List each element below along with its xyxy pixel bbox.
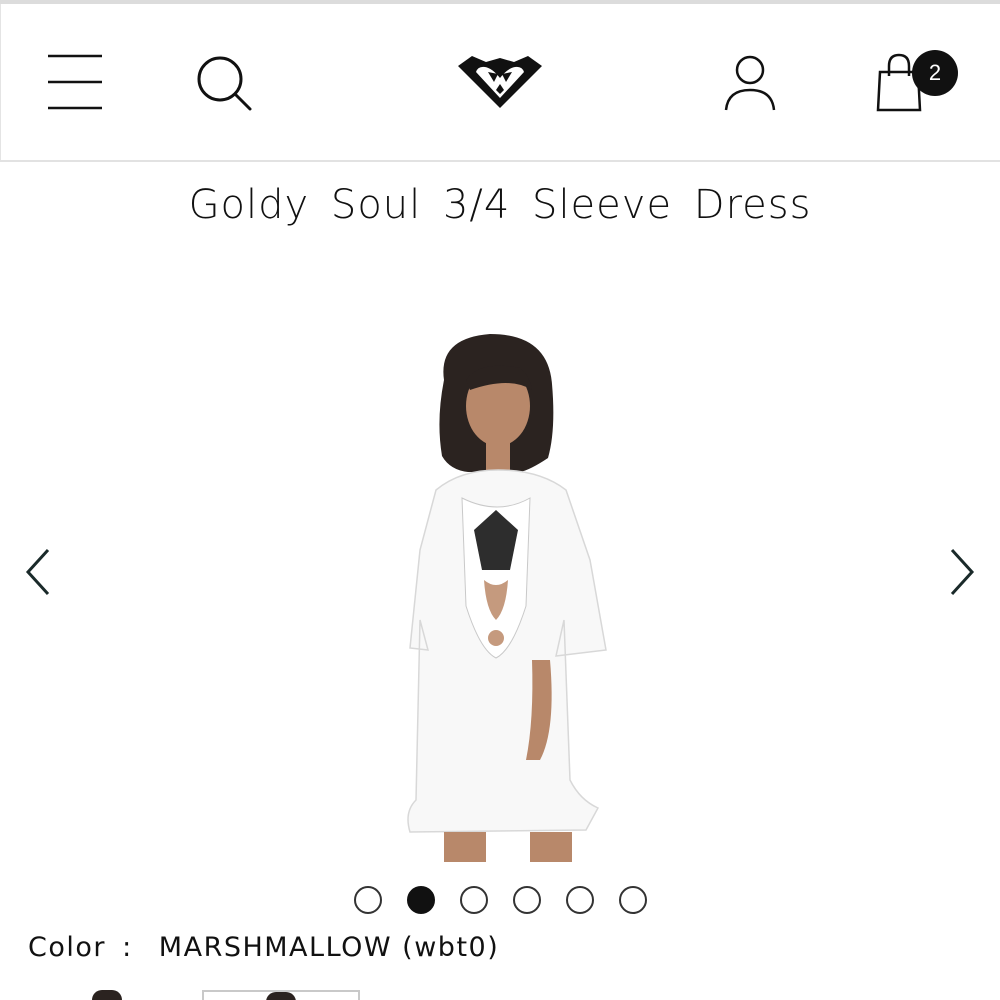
thumb-image-partial (92, 990, 122, 1000)
color-swatch-thumb[interactable] (86, 990, 126, 1000)
chevron-right-icon (950, 548, 975, 596)
carousel-dot-1[interactable] (353, 886, 382, 914)
brand-logo[interactable] (454, 52, 546, 110)
color-selection: Color : MARSHMALLOW (wbt0) (28, 932, 499, 963)
carousel-dot-6[interactable] (618, 886, 647, 914)
color-label: Color (28, 932, 106, 963)
carousel-prev-button[interactable] (20, 542, 60, 602)
hamburger-menu-icon (48, 54, 102, 110)
user-icon (724, 55, 776, 111)
search-button[interactable] (194, 54, 254, 114)
roxy-heart-logo (458, 56, 542, 108)
product-image-carousel[interactable] (0, 280, 1000, 870)
color-separator: : (122, 932, 133, 963)
color-value: MARSHMALLOW (wbt0) (158, 932, 500, 963)
cart-count-badge[interactable]: 2 (912, 50, 958, 96)
carousel-next-button[interactable] (940, 542, 980, 602)
carousel-pagination (0, 886, 1000, 916)
product-title: Goldy Soul 3/4 Sleeve Dress (188, 182, 812, 228)
account-button[interactable] (722, 54, 778, 112)
product-photo (407, 334, 607, 862)
search-icon (197, 56, 252, 111)
header-divider (0, 160, 1000, 162)
thumb-image-partial (266, 992, 296, 1000)
chevron-left-icon (25, 548, 50, 596)
carousel-dot-3[interactable] (459, 886, 488, 914)
carousel-dot-2[interactable] (406, 886, 435, 914)
color-swatch-thumb-selected[interactable] (202, 990, 360, 1000)
carousel-dot-4[interactable] (512, 886, 541, 914)
menu-button[interactable] (46, 52, 104, 110)
carousel-dot-5[interactable] (565, 886, 594, 914)
